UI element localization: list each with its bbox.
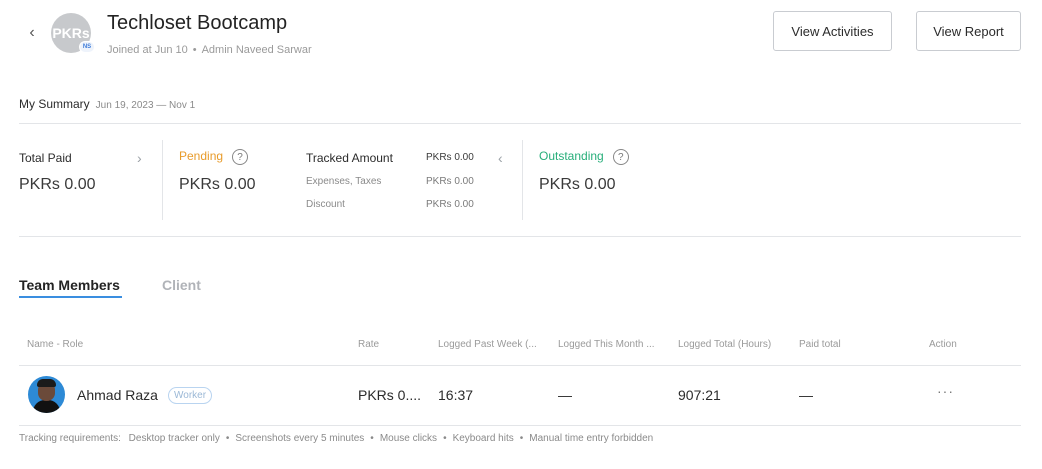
outstanding-label: Outstanding?	[539, 149, 629, 165]
joined-date: Joined at Jun 10	[107, 44, 188, 56]
avatar-hair-shape	[37, 379, 56, 387]
tab-client[interactable]: Client	[162, 277, 201, 293]
tracking-item: Keyboard hits	[452, 433, 514, 444]
tracking-item: Manual time entry forbidden	[529, 433, 654, 444]
tracking-item: Screenshots every 5 minutes	[235, 433, 365, 444]
bullet: •	[443, 433, 447, 444]
outstanding-value: PKRs 0.00	[539, 176, 616, 193]
column-header-logged-past-week[interactable]: Logged Past Week (...	[438, 339, 544, 350]
view-activities-button[interactable]: View Activities	[773, 11, 892, 51]
tracked-amount-value: PKRs 0.00	[426, 152, 474, 163]
avatar-badge: NS	[79, 41, 95, 53]
tracking-requirements: Tracking requirements: Desktop tracker o…	[19, 433, 653, 444]
tracking-item: Mouse clicks	[379, 433, 438, 444]
pending-label: Pending?	[179, 149, 249, 165]
active-tab-indicator	[19, 296, 122, 298]
discount-value: PKRs 0.00	[426, 199, 474, 210]
summary-top-divider	[19, 123, 1021, 124]
member-avatar	[28, 376, 65, 413]
member-rate: PKRs 0....	[358, 387, 422, 403]
column-header-logged-this-month[interactable]: Logged This Month ...	[558, 339, 664, 350]
pending-label-text: Pending	[179, 149, 224, 164]
expenses-taxes-label: Expenses, Taxes	[306, 176, 382, 187]
summary-heading: My Summary Jun 19, 2023 — Nov 1	[19, 97, 195, 111]
paid-total: —	[799, 387, 813, 403]
avatar-body-shape	[33, 400, 60, 413]
column-header-paid-total[interactable]: Paid total	[799, 339, 879, 350]
tracked-amount-label: Tracked Amount	[306, 151, 393, 165]
chevron-left-icon[interactable]: ‹	[498, 150, 503, 166]
more-actions-icon[interactable]: ···	[937, 383, 954, 399]
avatar-text: PKRs	[52, 25, 90, 41]
logged-total: 907:21	[678, 387, 721, 403]
help-icon[interactable]: ?	[612, 149, 629, 165]
logged-past-week: 16:37	[438, 387, 474, 403]
column-header-logged-total[interactable]: Logged Total (Hours)	[678, 339, 784, 350]
summary-title: My Summary	[19, 97, 90, 111]
help-icon[interactable]: ?	[232, 149, 249, 165]
bullet: •	[225, 433, 230, 444]
total-paid-value: PKRs 0.00	[19, 176, 96, 193]
view-report-button[interactable]: View Report	[916, 11, 1021, 51]
logged-this-month: —	[558, 387, 572, 403]
stat-divider	[522, 140, 523, 220]
project-meta: Joined at Jun 10 • Admin Naveed Sarwar	[107, 44, 312, 56]
member-name[interactable]: Ahmad Raza	[77, 387, 158, 403]
admin-name: Admin Naveed Sarwar	[201, 44, 312, 56]
pending-value: PKRs 0.00	[179, 176, 256, 193]
summary-date-range: Jun 19, 2023 — Nov 1	[95, 100, 196, 111]
column-header-action: Action	[929, 339, 957, 350]
back-chevron-icon[interactable]: ‹	[24, 24, 40, 42]
tracking-requirements-label: Tracking requirements:	[19, 433, 121, 444]
chevron-right-icon[interactable]: ›	[137, 150, 142, 166]
column-header-name-role[interactable]: Name - Role	[27, 339, 127, 350]
outstanding-label-text: Outstanding	[539, 149, 604, 164]
tab-team-members[interactable]: Team Members	[19, 277, 120, 293]
expenses-taxes-value: PKRs 0.00	[426, 176, 474, 187]
discount-label: Discount	[306, 199, 345, 210]
table-header-divider	[19, 365, 1021, 366]
column-header-rate[interactable]: Rate	[358, 339, 418, 350]
summary-bottom-divider	[19, 236, 1021, 237]
bullet: •	[370, 433, 374, 444]
role-badge: Worker	[168, 387, 213, 404]
total-paid-label: Total Paid	[19, 151, 72, 165]
table-bottom-divider	[19, 425, 1021, 426]
meta-separator: •	[192, 44, 197, 56]
tracking-item: Desktop tracker only	[128, 433, 220, 444]
page-title: Techloset Bootcamp	[107, 12, 288, 34]
bullet: •	[519, 433, 524, 444]
stat-divider	[162, 140, 163, 220]
